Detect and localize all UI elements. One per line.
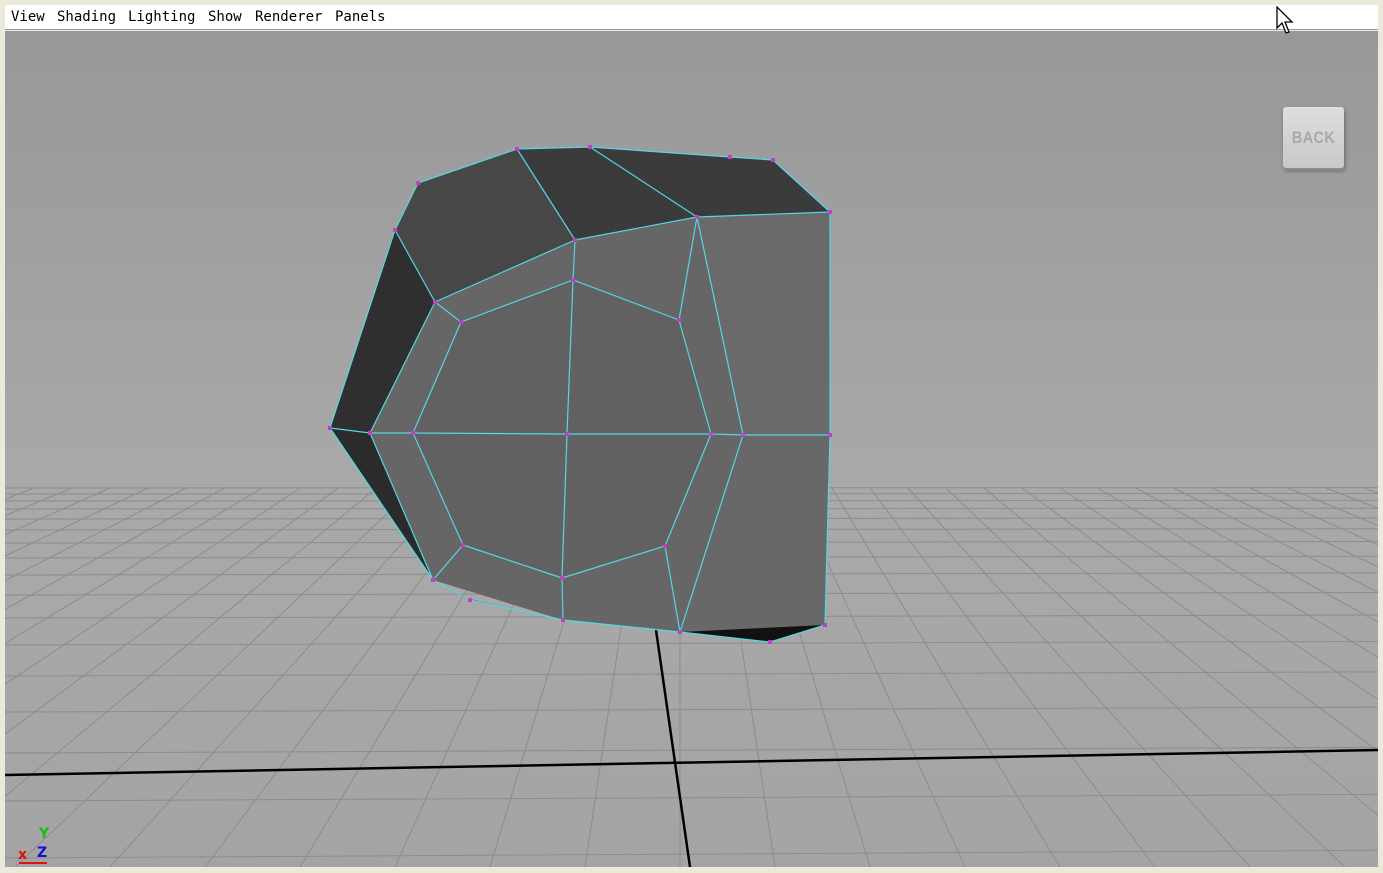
mesh-vertex (709, 432, 713, 436)
mesh-vertex (678, 630, 682, 634)
mesh-vertex (828, 210, 832, 214)
back-button[interactable]: BACK (1283, 107, 1344, 168)
mesh-vertex (571, 278, 575, 282)
window-frame: View Shading Lighting Show Renderer Pane… (0, 0, 1383, 873)
mesh-vertex (728, 155, 732, 159)
perspective-viewport[interactable]: BACK persp Y x Z (5, 31, 1378, 867)
mesh-vertex (433, 300, 437, 304)
mesh-vertex (768, 640, 772, 644)
menu-panels[interactable]: Panels (335, 9, 386, 25)
mesh-vertex (565, 432, 569, 436)
scene-canvas[interactable] (5, 31, 1378, 867)
menu-shading[interactable]: Shading (57, 9, 116, 25)
mesh-vertex (328, 426, 332, 430)
axis-indicator-y: Y (39, 826, 50, 842)
mesh-vertex (573, 238, 577, 242)
axis-indicator-x: x (18, 847, 28, 863)
mesh-vertex (771, 158, 775, 162)
mesh-vertex (393, 228, 397, 232)
mesh-vertex (741, 433, 745, 437)
axis-indicator-underline (19, 862, 47, 864)
axis-indicator-z: Z (37, 845, 48, 861)
mesh-vertex (560, 576, 564, 580)
mesh-vertex (431, 578, 435, 582)
mesh-vertex (459, 320, 463, 324)
menu-show[interactable]: Show (208, 9, 242, 25)
mesh-vertex (588, 145, 592, 149)
mesh-vertex (561, 618, 565, 622)
mesh-vertex (461, 543, 465, 547)
menu-renderer[interactable]: Renderer (255, 9, 322, 25)
mesh-vertex (828, 433, 832, 437)
mesh-vertex (368, 431, 372, 435)
mesh-vertex (695, 215, 699, 219)
mesh-vertex (663, 544, 667, 548)
panel-menu-bar: View Shading Lighting Show Renderer Pane… (5, 5, 1378, 30)
back-button-label: BACK (1291, 127, 1336, 147)
mesh-vertex (416, 181, 420, 185)
mouse-pointer-icon (1276, 6, 1294, 34)
mesh-vertex (468, 598, 472, 602)
menu-view[interactable]: View (11, 9, 45, 25)
menu-lighting[interactable]: Lighting (128, 9, 195, 25)
mesh-vertex (411, 431, 415, 435)
mesh-vertex (823, 623, 827, 627)
mesh-vertex (677, 318, 681, 322)
mesh-vertex (515, 147, 519, 151)
